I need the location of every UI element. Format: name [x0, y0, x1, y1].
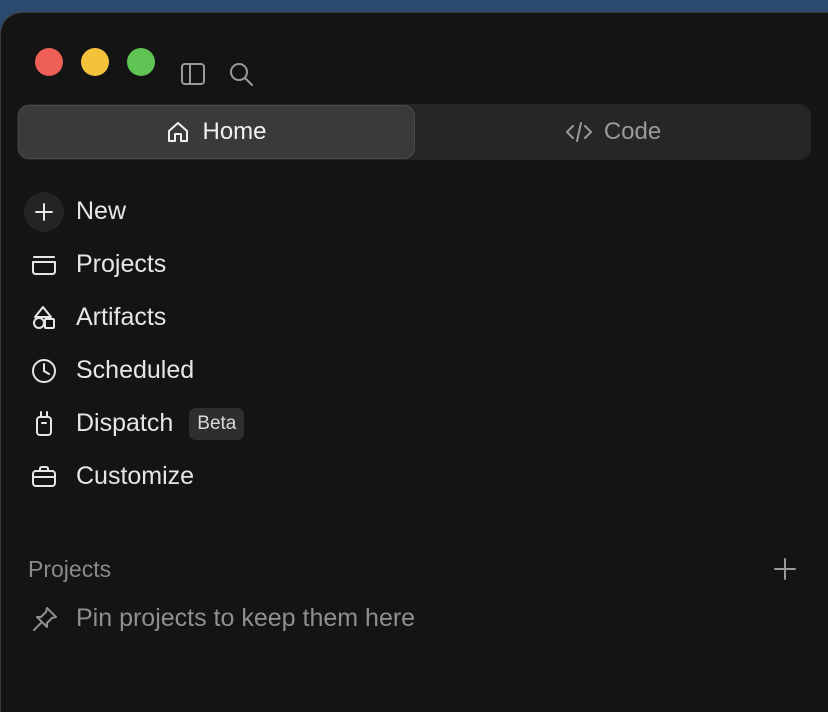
briefcase-icon — [24, 457, 64, 497]
tab-code-label: Code — [603, 118, 662, 145]
nav-item-label: Scheduled — [76, 356, 195, 384]
projects-empty-text: Pin projects to keep them here — [76, 604, 416, 632]
nav-item-dispatch[interactable]: Dispatch Beta — [24, 397, 804, 450]
folder-icon — [24, 245, 64, 285]
sidebar-toggle-icon[interactable] — [179, 60, 207, 88]
clock-icon — [24, 351, 64, 391]
add-project-button[interactable] — [770, 554, 800, 584]
projects-section-title: Projects — [28, 555, 112, 582]
close-window-button[interactable] — [35, 48, 63, 76]
nav-item-label: Dispatch — [76, 409, 174, 437]
beta-badge: Beta — [189, 407, 245, 440]
tab-home-label: Home — [202, 118, 267, 145]
nav-item-label: Artifacts — [76, 303, 167, 331]
nav-item-new[interactable]: New — [24, 185, 804, 238]
projects-section-header: Projects — [28, 552, 800, 586]
home-icon — [166, 120, 190, 144]
sidebar-nav: New Projects Artifacts Scheduled Dispatc… — [24, 185, 804, 503]
code-icon — [565, 120, 592, 144]
search-icon[interactable] — [227, 60, 255, 88]
tab-code[interactable]: Code — [416, 104, 811, 160]
nav-item-customize[interactable]: Customize — [24, 450, 804, 503]
nav-item-projects[interactable]: Projects — [24, 238, 804, 291]
device-icon — [24, 404, 64, 444]
nav-item-label: Customize — [76, 462, 195, 490]
shapes-icon — [24, 298, 64, 338]
nav-item-label: Projects — [76, 250, 167, 278]
pin-icon — [28, 606, 62, 632]
minimize-window-button[interactable] — [81, 48, 109, 76]
plus-icon — [774, 558, 796, 580]
projects-empty-state: Pin projects to keep them here — [28, 604, 415, 633]
nav-item-scheduled[interactable]: Scheduled — [24, 344, 804, 397]
tab-home[interactable]: Home — [18, 105, 415, 159]
mode-switcher: Home Code — [17, 104, 811, 160]
nav-item-label: New — [76, 197, 127, 225]
maximize-window-button[interactable] — [127, 48, 155, 76]
nav-item-artifacts[interactable]: Artifacts — [24, 291, 804, 344]
plus-icon — [24, 191, 64, 232]
